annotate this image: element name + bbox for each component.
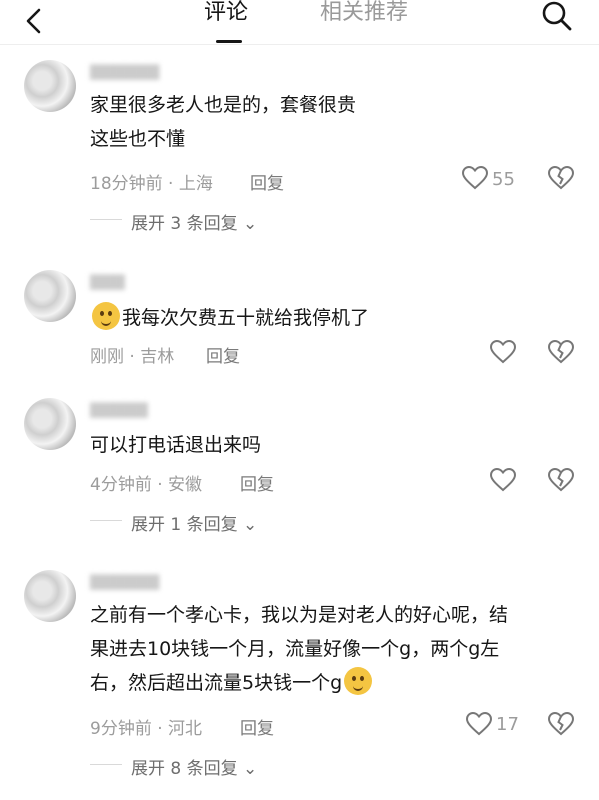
avatar[interactable] — [24, 570, 76, 622]
expand-divider — [90, 520, 122, 521]
reply-button[interactable]: 回复 — [240, 714, 274, 739]
like-icon[interactable] — [462, 166, 488, 190]
grinning-sweat-emoji-icon — [344, 667, 373, 695]
dislike-icon[interactable] — [548, 166, 574, 190]
thinking-face-emoji-icon — [92, 302, 120, 330]
tab-comments[interactable]: 评论 — [204, 0, 248, 26]
avatar[interactable] — [24, 398, 76, 450]
reply-button[interactable]: 回复 — [240, 470, 274, 495]
reply-button[interactable]: 回复 — [206, 342, 240, 367]
tab-related[interactable]: 相关推荐 — [320, 0, 408, 26]
username-blurred[interactable]: ▇▇▇▇▇ — [90, 400, 148, 418]
expand-divider — [90, 764, 122, 765]
comment-text: 我每次欠费五十就给我停机了 — [90, 301, 580, 335]
expand-replies-button[interactable]: 展开 1 条回复 ⌄ — [131, 510, 257, 535]
dislike-icon[interactable] — [548, 712, 574, 736]
like-count: 55 — [492, 169, 515, 190]
avatar[interactable] — [24, 270, 76, 322]
comment-text: 可以打电话退出来吗 — [90, 434, 262, 456]
comment-text: 家里很多老人也是的，套餐很贵 这些也不懂 — [90, 94, 357, 150]
like-icon[interactable] — [466, 712, 492, 736]
top-bar — [0, 0, 599, 45]
chevron-down-icon: ⌄ — [243, 759, 258, 779]
comment-time-location: 4分钟前 · 安徽 — [90, 475, 203, 495]
search-icon[interactable] — [540, 0, 574, 34]
back-arrow-icon[interactable] — [22, 8, 48, 34]
username-blurred[interactable]: ▇▇▇ — [90, 272, 125, 290]
expand-replies-button[interactable]: 展开 3 条回复 ⌄ — [131, 209, 257, 234]
tab-active-indicator — [216, 40, 242, 43]
comment-time-location: 9分钟前 · 河北 — [90, 719, 203, 739]
expand-replies-button[interactable]: 展开 8 条回复 ⌄ — [131, 754, 257, 779]
avatar[interactable] — [24, 60, 76, 112]
like-icon[interactable] — [490, 468, 516, 492]
like-icon[interactable] — [490, 340, 516, 364]
expand-divider — [90, 219, 122, 220]
username-blurred[interactable]: ▇▇▇▇▇▇ — [90, 62, 159, 80]
dislike-icon[interactable] — [548, 340, 574, 364]
username-blurred[interactable]: ▇▇▇▇▇▇ — [90, 572, 159, 590]
like-count: 17 — [496, 714, 519, 735]
dislike-icon[interactable] — [548, 468, 574, 492]
chevron-down-icon: ⌄ — [243, 214, 258, 234]
comment-time-location: 刚刚 · 吉林 — [90, 347, 175, 367]
chevron-down-icon: ⌄ — [243, 515, 258, 535]
comment-time-location: 18分钟前 · 上海 — [90, 174, 213, 194]
reply-button[interactable]: 回复 — [250, 169, 284, 194]
comment-text: 之前有一个孝心卡，我以为是对老人的好心呢，结 果进去10块钱一个月，流量好像一个… — [90, 604, 509, 695]
